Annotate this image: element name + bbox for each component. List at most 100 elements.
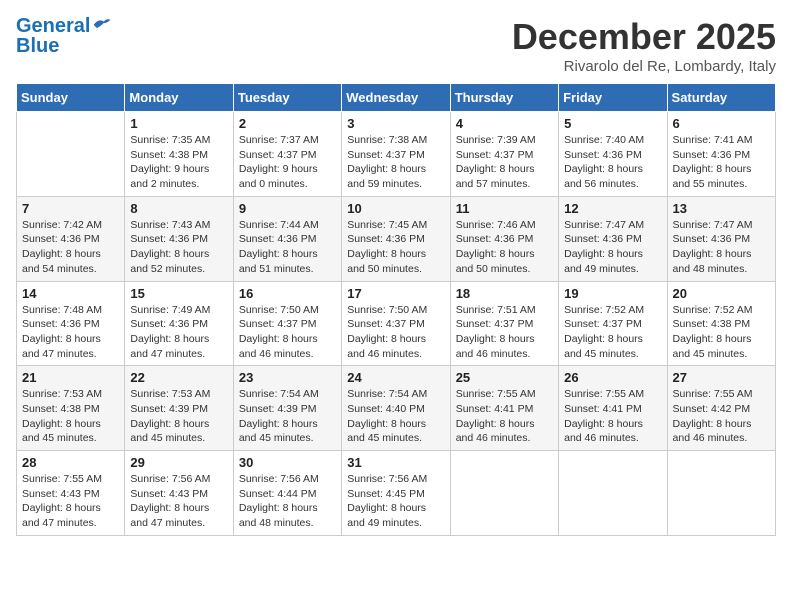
calendar-cell: 21 Sunrise: 7:53 AMSunset: 4:38 PMDayligh… — [17, 366, 125, 451]
day-info: Sunrise: 7:44 AMSunset: 4:36 PMDaylight:… — [239, 218, 336, 277]
day-number: 3 — [347, 116, 444, 131]
weekday-header-wednesday: Wednesday — [342, 84, 450, 112]
day-number: 20 — [673, 286, 770, 301]
day-info: Sunrise: 7:46 AMSunset: 4:36 PMDaylight:… — [456, 218, 553, 277]
calendar-cell: 8Sunrise: 7:43 AMSunset: 4:36 PMDaylight… — [125, 196, 233, 281]
calendar-cell: 31 Sunrise: 7:56 AMSunset: 4:45 PMDayligh… — [342, 451, 450, 536]
calendar-cell: 3Sunrise: 7:38 AMSunset: 4:37 PMDaylight… — [342, 112, 450, 197]
day-info: Sunrise: 7:41 AMSunset: 4:36 PMDaylight:… — [673, 133, 770, 192]
calendar-cell: 17 Sunrise: 7:50 AMSunset: 4:37 PMDayligh… — [342, 281, 450, 366]
day-number: 25 — [456, 370, 553, 385]
calendar-week-row: 21 Sunrise: 7:53 AMSunset: 4:38 PMDayligh… — [17, 366, 776, 451]
day-number: 21 — [22, 370, 119, 385]
weekday-header-tuesday: Tuesday — [233, 84, 341, 112]
day-info: Sunrise: 7:37 AMSunset: 4:37 PMDaylight:… — [239, 133, 336, 192]
calendar-table: SundayMondayTuesdayWednesdayThursdayFrid… — [16, 83, 776, 536]
calendar-cell: 25 Sunrise: 7:55 AMSunset: 4:41 PMDayligh… — [450, 366, 558, 451]
calendar-header-row: SundayMondayTuesdayWednesdayThursdayFrid… — [17, 84, 776, 112]
day-number: 9 — [239, 201, 336, 216]
day-info: Sunrise: 7:51 AMSunset: 4:37 PMDaylight:… — [456, 303, 553, 362]
day-info: Sunrise: 7:56 AMSunset: 4:45 PMDaylight:… — [347, 472, 444, 531]
day-info: Sunrise: 7:55 AMSunset: 4:42 PMDaylight:… — [673, 387, 770, 446]
day-info: Sunrise: 7:55 AMSunset: 4:41 PMDaylight:… — [456, 387, 553, 446]
day-info: Sunrise: 7:42 AMSunset: 4:36 PMDaylight:… — [22, 218, 119, 277]
day-number: 4 — [456, 116, 553, 131]
day-info: Sunrise: 7:49 AMSunset: 4:36 PMDaylight:… — [130, 303, 227, 362]
weekday-header-monday: Monday — [125, 84, 233, 112]
calendar-cell: 22 Sunrise: 7:53 AMSunset: 4:39 PMDayligh… — [125, 366, 233, 451]
calendar-cell: 30 Sunrise: 7:56 AMSunset: 4:44 PMDayligh… — [233, 451, 341, 536]
day-number: 28 — [22, 455, 119, 470]
day-number: 22 — [130, 370, 227, 385]
page-header: General Blue December 2025 Rivarolo del … — [16, 16, 776, 75]
day-info: Sunrise: 7:45 AMSunset: 4:36 PMDaylight:… — [347, 218, 444, 277]
weekday-header-thursday: Thursday — [450, 84, 558, 112]
day-info: Sunrise: 7:35 AMSunset: 4:38 PMDaylight:… — [130, 133, 227, 192]
calendar-body: 1 Sunrise: 7:35 AMSunset: 4:38 PMDaylight… — [17, 112, 776, 536]
calendar-cell: 10Sunrise: 7:45 AMSunset: 4:36 PMDayligh… — [342, 196, 450, 281]
day-info: Sunrise: 7:50 AMSunset: 4:37 PMDaylight:… — [239, 303, 336, 362]
day-number: 8 — [130, 201, 227, 216]
day-number: 7 — [22, 201, 119, 216]
calendar-cell: 26Sunrise: 7:55 AMSunset: 4:41 PMDayligh… — [559, 366, 667, 451]
weekday-header-sunday: Sunday — [17, 84, 125, 112]
day-info: Sunrise: 7:56 AMSunset: 4:43 PMDaylight:… — [130, 472, 227, 531]
calendar-cell: 4 Sunrise: 7:39 AMSunset: 4:37 PMDaylight… — [450, 112, 558, 197]
calendar-cell: 11 Sunrise: 7:46 AMSunset: 4:36 PMDayligh… — [450, 196, 558, 281]
day-info: Sunrise: 7:50 AMSunset: 4:37 PMDaylight:… — [347, 303, 444, 362]
day-number: 29 — [130, 455, 227, 470]
month-year-title: December 2025 — [512, 16, 776, 58]
day-number: 23 — [239, 370, 336, 385]
calendar-cell: 23 Sunrise: 7:54 AMSunset: 4:39 PMDayligh… — [233, 366, 341, 451]
calendar-cell: 5 Sunrise: 7:40 AMSunset: 4:36 PMDaylight… — [559, 112, 667, 197]
day-number: 16 — [239, 286, 336, 301]
calendar-cell: 9 Sunrise: 7:44 AMSunset: 4:36 PMDaylight… — [233, 196, 341, 281]
day-number: 15 — [130, 286, 227, 301]
day-number: 1 — [130, 116, 227, 131]
calendar-cell: 2 Sunrise: 7:37 AMSunset: 4:37 PMDaylight… — [233, 112, 341, 197]
day-info: Sunrise: 7:39 AMSunset: 4:37 PMDaylight:… — [456, 133, 553, 192]
calendar-cell: 18Sunrise: 7:51 AMSunset: 4:37 PMDayligh… — [450, 281, 558, 366]
logo-blue: Blue — [16, 36, 112, 56]
calendar-cell — [559, 451, 667, 536]
calendar-cell: 7 Sunrise: 7:42 AMSunset: 4:36 PMDaylight… — [17, 196, 125, 281]
day-info: Sunrise: 7:48 AMSunset: 4:36 PMDaylight:… — [22, 303, 119, 362]
day-number: 11 — [456, 201, 553, 216]
day-info: Sunrise: 7:53 AMSunset: 4:39 PMDaylight:… — [130, 387, 227, 446]
day-info: Sunrise: 7:55 AMSunset: 4:43 PMDaylight:… — [22, 472, 119, 531]
calendar-cell: 1 Sunrise: 7:35 AMSunset: 4:38 PMDaylight… — [125, 112, 233, 197]
day-number: 30 — [239, 455, 336, 470]
day-number: 19 — [564, 286, 661, 301]
calendar-week-row: 14 Sunrise: 7:48 AMSunset: 4:36 PMDayligh… — [17, 281, 776, 366]
day-info: Sunrise: 7:40 AMSunset: 4:36 PMDaylight:… — [564, 133, 661, 192]
calendar-cell: 14 Sunrise: 7:48 AMSunset: 4:36 PMDayligh… — [17, 281, 125, 366]
title-block: December 2025 Rivarolo del Re, Lombardy,… — [512, 16, 776, 75]
day-number: 14 — [22, 286, 119, 301]
calendar-cell: 15 Sunrise: 7:49 AMSunset: 4:36 PMDayligh… — [125, 281, 233, 366]
weekday-header-saturday: Saturday — [667, 84, 775, 112]
weekday-header-friday: Friday — [559, 84, 667, 112]
day-number: 12 — [564, 201, 661, 216]
calendar-cell — [17, 112, 125, 197]
day-info: Sunrise: 7:47 AMSunset: 4:36 PMDaylight:… — [673, 218, 770, 277]
day-info: Sunrise: 7:53 AMSunset: 4:38 PMDaylight:… — [22, 387, 119, 446]
calendar-cell: 28 Sunrise: 7:55 AMSunset: 4:43 PMDayligh… — [17, 451, 125, 536]
calendar-cell — [450, 451, 558, 536]
calendar-cell: 20 Sunrise: 7:52 AMSunset: 4:38 PMDayligh… — [667, 281, 775, 366]
calendar-cell: 29 Sunrise: 7:56 AMSunset: 4:43 PMDayligh… — [125, 451, 233, 536]
day-info: Sunrise: 7:55 AMSunset: 4:41 PMDaylight:… — [564, 387, 661, 446]
calendar-cell: 24Sunrise: 7:54 AMSunset: 4:40 PMDayligh… — [342, 366, 450, 451]
day-info: Sunrise: 7:54 AMSunset: 4:39 PMDaylight:… — [239, 387, 336, 446]
calendar-cell: 13Sunrise: 7:47 AMSunset: 4:36 PMDayligh… — [667, 196, 775, 281]
calendar-cell: 16 Sunrise: 7:50 AMSunset: 4:37 PMDayligh… — [233, 281, 341, 366]
day-number: 17 — [347, 286, 444, 301]
day-number: 31 — [347, 455, 444, 470]
calendar-week-row: 1 Sunrise: 7:35 AMSunset: 4:38 PMDaylight… — [17, 112, 776, 197]
day-number: 5 — [564, 116, 661, 131]
day-info: Sunrise: 7:52 AMSunset: 4:37 PMDaylight:… — [564, 303, 661, 362]
logo-general: General — [16, 15, 90, 37]
day-info: Sunrise: 7:56 AMSunset: 4:44 PMDaylight:… — [239, 472, 336, 531]
day-number: 2 — [239, 116, 336, 131]
calendar-cell: 19 Sunrise: 7:52 AMSunset: 4:37 PMDayligh… — [559, 281, 667, 366]
day-info: Sunrise: 7:52 AMSunset: 4:38 PMDaylight:… — [673, 303, 770, 362]
